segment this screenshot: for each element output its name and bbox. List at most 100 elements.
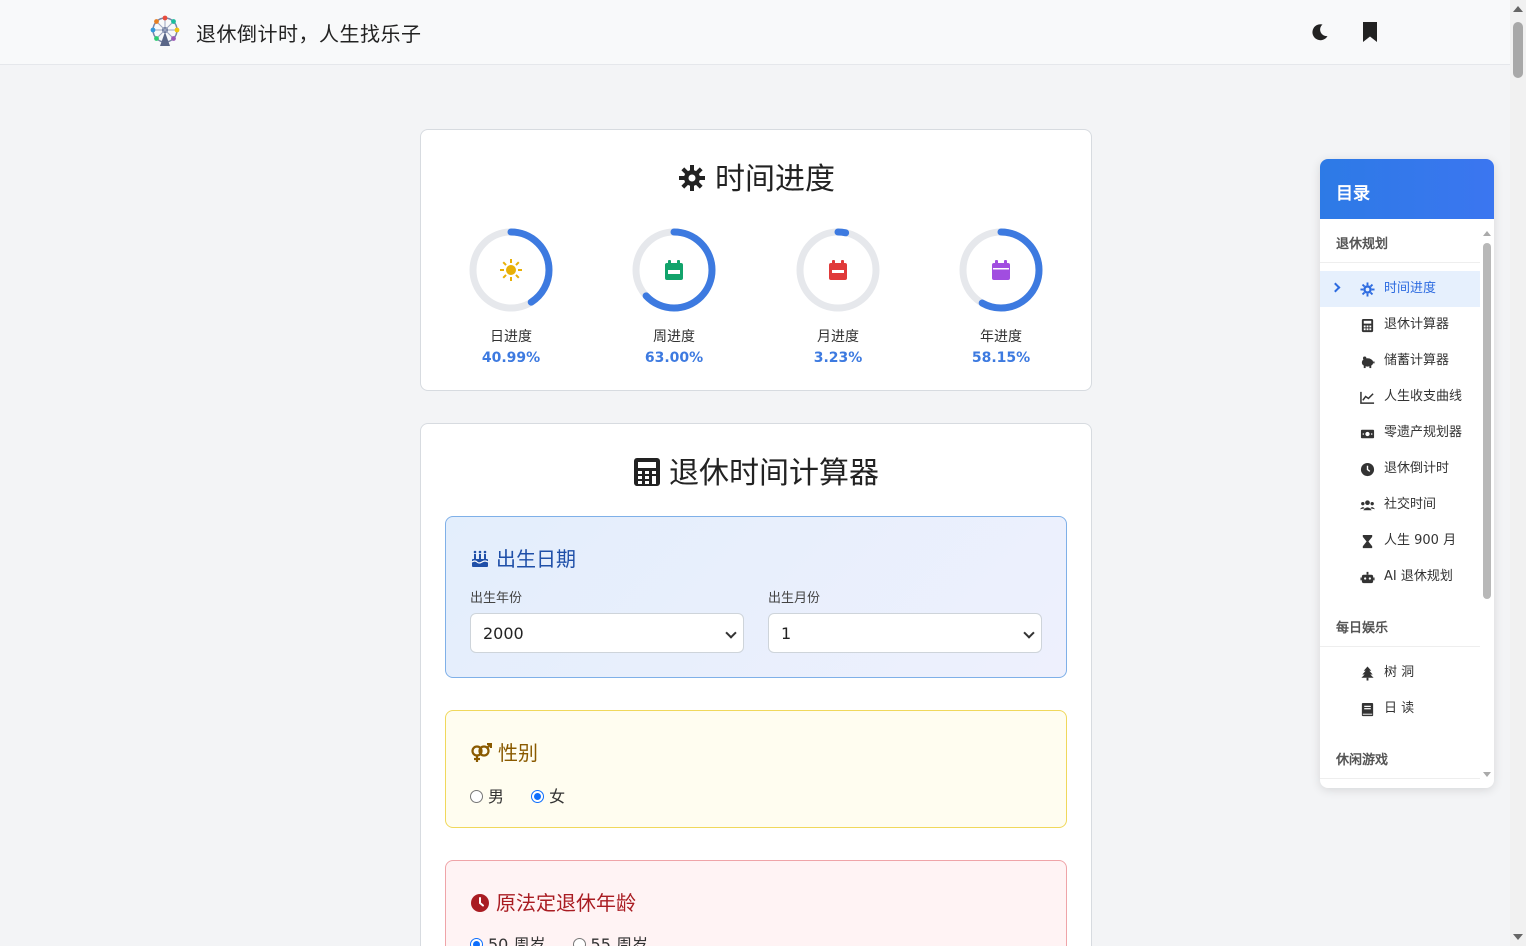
time-progress-card: 时间进度 日进度 40.99% 周进度 63.00% 月进度 3.23% 年进度…: [420, 129, 1092, 391]
birthday-cake-icon: [471, 550, 489, 567]
chevron-down-icon: [725, 627, 737, 639]
toc-item-label: 社交时间: [1384, 497, 1437, 512]
ring-value: 63.00%: [644, 350, 704, 366]
toc-scrollbar[interactable]: [1483, 231, 1491, 777]
retirement-age-heading: 原法定退休年龄: [470, 887, 636, 916]
ring-label: 年进度: [980, 329, 1022, 345]
top-navbar: 退休倒计时，人生找乐子: [0, 0, 1510, 65]
calendar-icon: [992, 260, 1010, 280]
ring-value: 40.99%: [481, 350, 541, 366]
toc-item-daily-reading[interactable]: 日 读: [1320, 691, 1480, 727]
scroll-down-arrow-icon[interactable]: [1483, 772, 1491, 777]
site-title[interactable]: 退休倒计时，人生找乐子: [196, 18, 422, 47]
gender-section: 性别 男 女: [445, 710, 1067, 828]
toc-group-casual-games: 休闲游戏: [1320, 735, 1480, 779]
toc-item-time-progress[interactable]: 时间进度: [1320, 271, 1480, 307]
birth-month-label: 出生月份: [768, 591, 821, 606]
scroll-up-arrow-icon[interactable]: [1513, 6, 1523, 12]
week-progress: 周进度 63.00%: [614, 226, 734, 366]
ring-label: 周进度: [653, 329, 695, 345]
clock-icon: [1360, 462, 1375, 477]
toc-scrollbar-thumb[interactable]: [1483, 243, 1491, 599]
toc-item-label: 退休计算器: [1384, 317, 1450, 332]
scrollbar-thumb[interactable]: [1513, 22, 1523, 78]
toc-item-label: AI 退休规划: [1384, 569, 1453, 584]
toc-item-retirement-calculator[interactable]: 退休计算器: [1320, 307, 1480, 343]
toc-item-savings-calculator[interactable]: 储蓄计算器: [1320, 343, 1480, 379]
ferris-wheel-logo-icon[interactable]: [148, 14, 182, 48]
scroll-up-arrow-icon[interactable]: [1483, 231, 1491, 236]
calculator-icon: [634, 458, 660, 486]
ring-value: 58.15%: [971, 350, 1031, 366]
gender-title: 性别: [498, 741, 538, 765]
toc-title: 目录: [1320, 159, 1494, 219]
toc-item-life-900-months[interactable]: 人生 900 月: [1320, 523, 1480, 559]
birth-year-label: 出生年份: [470, 591, 523, 606]
retirement-calculator-title: 退休时间计算器: [669, 456, 879, 491]
toc-item-label: 时间进度: [1384, 281, 1437, 296]
ring-value: 3.23%: [813, 350, 863, 366]
retire-age-radio-55[interactable]: 55 周岁: [572, 931, 648, 946]
toc-item-label: 储蓄计算器: [1384, 353, 1450, 368]
gender-heading: 性别: [470, 737, 538, 766]
retire-age-radio-50[interactable]: 50 周岁: [470, 931, 545, 946]
clock-icon: [471, 894, 489, 912]
money-icon: [1360, 429, 1375, 439]
sun-icon: [500, 259, 522, 281]
radio-label: 男: [488, 787, 505, 806]
toc-item-zero-legacy-planner[interactable]: 零遗产规划器: [1320, 415, 1480, 451]
bookmark-icon[interactable]: [1358, 20, 1382, 44]
toc-item-tree-hole[interactable]: 树 洞: [1320, 655, 1480, 691]
piggy-bank-icon: [1361, 356, 1375, 369]
robot-icon: [1360, 571, 1375, 584]
toc-item-label: 退休倒计时: [1384, 461, 1450, 476]
radio-button[interactable]: [470, 790, 483, 803]
calendar-week-icon: [665, 260, 683, 280]
month-progress: 月进度 3.23%: [778, 226, 898, 366]
retirement-age-section: 原法定退休年龄 50 周岁 55 周岁: [445, 860, 1067, 946]
toc-group-daily-entertainment: 每日娱乐: [1320, 603, 1480, 647]
toc-item-label: 树 洞: [1384, 665, 1415, 680]
birth-year-value: 2000: [483, 624, 524, 643]
venus-mars-icon: [471, 742, 493, 762]
gender-radio-female[interactable]: 女: [531, 783, 565, 807]
radio-button[interactable]: [572, 938, 586, 946]
retirement-calculator-card: 退休时间计算器 出生日期 出生年份 2000 出生月份 1 性别 男 女 原法定…: [420, 423, 1092, 946]
time-progress-title: 时间进度: [715, 162, 835, 197]
gear-icon: [679, 165, 705, 191]
birth-month-value: 1: [781, 624, 792, 643]
year-progress: 年进度 58.15%: [941, 226, 1061, 366]
toc-item-social-time[interactable]: 社交时间: [1320, 487, 1480, 523]
birth-date-title: 出生日期: [496, 547, 576, 571]
radio-button[interactable]: [470, 938, 483, 946]
birth-year-select[interactable]: 2000: [470, 613, 744, 653]
page-scrollbar[interactable]: [1510, 0, 1526, 946]
line-chart-icon: [1360, 391, 1375, 404]
tree-icon: [1361, 666, 1374, 681]
toc-item-label: 人生 900 月: [1384, 533, 1457, 548]
retirement-calculator-heading: 退休时间计算器: [421, 448, 1091, 492]
ring-label: 日进度: [490, 329, 532, 345]
toc-item-retirement-countdown[interactable]: 退休倒计时: [1320, 451, 1480, 487]
birth-date-section: 出生日期 出生年份 2000 出生月份 1: [445, 516, 1067, 678]
birth-month-select[interactable]: 1: [768, 613, 1042, 653]
toc-group-retirement-planning: 退休规划: [1320, 219, 1480, 263]
radio-label: 55 周岁: [590, 935, 648, 946]
retirement-age-radio-group: 50 周岁 55 周岁: [470, 931, 670, 946]
gender-radio-group: 男 女: [470, 783, 587, 807]
toc-item-income-expense-curve[interactable]: 人生收支曲线: [1320, 379, 1480, 415]
hourglass-icon: [1362, 534, 1373, 549]
ring-label: 月进度: [817, 329, 859, 345]
day-progress: 日进度 40.99%: [451, 226, 571, 366]
gender-radio-male[interactable]: 男: [470, 783, 504, 807]
toc-item-ai-retirement-planning[interactable]: AI 退休规划: [1320, 559, 1480, 595]
radio-label: 50 周岁: [488, 935, 546, 946]
toc-item-label: 零遗产规划器: [1384, 425, 1463, 440]
dark-mode-moon-icon[interactable]: [1308, 20, 1332, 44]
time-progress-heading: 时间进度: [421, 154, 1091, 198]
toc-item-label: 人生收支曲线: [1384, 389, 1463, 404]
table-of-contents: 目录 退休规划 时间进度 退休计算器 储蓄计算器 人生收支曲线 零遗产规划器 退…: [1320, 159, 1494, 788]
retirement-age-title: 原法定退休年龄: [496, 891, 636, 915]
radio-button[interactable]: [531, 790, 545, 803]
scroll-down-arrow-icon[interactable]: [1513, 934, 1523, 940]
